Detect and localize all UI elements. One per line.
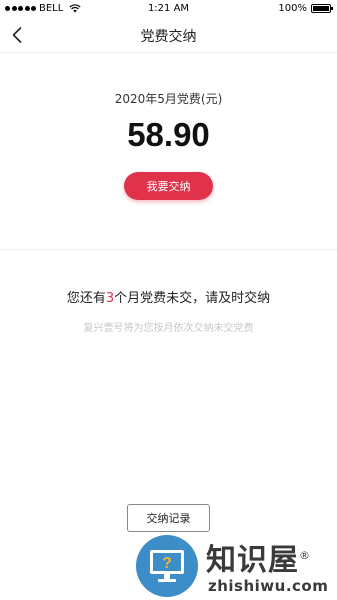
- registered-mark: ®: [299, 549, 311, 562]
- battery-percent: 100%: [278, 3, 307, 14]
- status-right: 100%: [278, 3, 333, 14]
- watermark: ? 知识屋® zhishiwu.com: [136, 533, 337, 600]
- reminder-suffix: 个月党费未交，请及时交纳: [114, 291, 271, 306]
- watermark-subtitle: zhishiwu.com: [208, 577, 329, 595]
- battery-fill: [313, 6, 329, 11]
- unpaid-reminder: 您还有3个月党费未交，请及时交纳: [0, 287, 337, 306]
- reminder-prefix: 您还有: [66, 291, 106, 306]
- page-title: 党费交纳: [140, 29, 197, 45]
- watermark-title: 知识屋®: [206, 543, 311, 578]
- nav-bar: 党费交纳: [0, 18, 337, 53]
- fee-section: 2020年5月党费(元) 58.90 我要交纳: [0, 53, 337, 250]
- svg-text:?: ?: [162, 555, 172, 572]
- payment-records-button[interactable]: 交纳记录: [127, 504, 210, 532]
- fee-label: 2020年5月党费(元): [114, 92, 223, 106]
- pay-button[interactable]: 我要交纳: [124, 172, 213, 200]
- auto-pay-note: 复兴壹号将为您按月依次交纳未交党费: [83, 323, 254, 334]
- unpaid-month-count: 3: [105, 291, 115, 306]
- screen: BELL 1:21 AM 100% 党费交纳 2020年5月党费(元) 58.9…: [0, 0, 337, 600]
- question-monitor-icon: ?: [136, 535, 198, 597]
- battery-icon: [311, 4, 333, 13]
- fee-amount: 58.90: [127, 116, 210, 153]
- status-bar: BELL 1:21 AM 100%: [0, 0, 337, 18]
